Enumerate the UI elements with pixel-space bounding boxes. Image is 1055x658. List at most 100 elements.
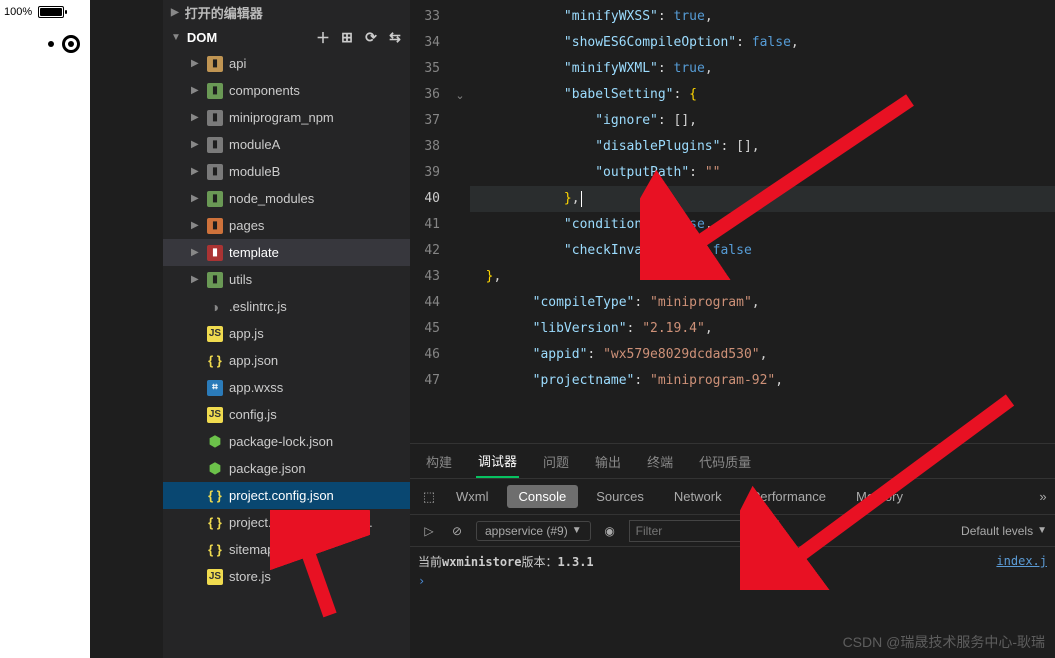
collapse-icon[interactable]: ⇆ (386, 29, 404, 46)
folder-label: pages (229, 218, 264, 233)
file-icon: JS (207, 407, 223, 423)
file-icon: JS (207, 569, 223, 585)
file-label: store.js (229, 569, 271, 584)
context-label: appservice (#9) (485, 524, 568, 538)
folder-icon: ▮ (207, 164, 223, 180)
battery-percent: 100% (4, 6, 32, 18)
panel-tab-3[interactable]: 输出 (593, 446, 623, 477)
chevron-right-icon: ▶ (191, 85, 201, 96)
folder-label: miniprogram_npm (229, 110, 334, 125)
file-label: sitemap.json (229, 542, 302, 557)
file-label: .eslintrc.js (229, 299, 287, 314)
open-editors-header[interactable]: ▶ 打开的编辑器 (163, 0, 410, 25)
code-content[interactable]: "minifyWXSS": true, "showES6CompileOptio… (470, 0, 1055, 443)
file-icon: { } (207, 488, 223, 504)
file-icon: { } (207, 353, 223, 369)
inspect-icon[interactable]: ⬚ (420, 489, 438, 505)
devtools-tab-console[interactable]: Console (507, 485, 579, 508)
devtools-tab-network[interactable]: Network (662, 485, 734, 508)
open-editors-label: 打开的编辑器 (185, 3, 263, 22)
folder-template[interactable]: ▶▮template (163, 239, 410, 266)
devtools-tab-performance[interactable]: Performance (740, 485, 838, 508)
levels-label: Default levels (961, 524, 1033, 538)
file-label: app.json (229, 353, 278, 368)
folder-label: node_modules (229, 191, 314, 206)
folder-pages[interactable]: ▶▮pages (163, 212, 410, 239)
new-folder-icon[interactable]: ⊞ (338, 29, 356, 46)
panel-tab-0[interactable]: 构建 (424, 446, 454, 477)
file-label: app.wxss (229, 380, 283, 395)
console-prompt-line[interactable]: › (418, 571, 1047, 591)
file-app-json[interactable]: { } app.json (163, 347, 410, 374)
chevron-down-icon: ▼ (572, 525, 582, 536)
refresh-icon[interactable]: ⟳ (362, 29, 380, 46)
code-editor[interactable]: 333435363738394041424344454647 ⌄ "minify… (410, 0, 1055, 443)
file-project-config-json[interactable]: { } project.config.json (163, 482, 410, 509)
file-label: package.json (229, 461, 306, 476)
device-controls (0, 24, 90, 64)
folder-moduleB[interactable]: ▶ ▮ moduleB (163, 158, 410, 185)
devtools-tabs: ⬚ Wxml ConsoleSources Network Performance Me… (410, 479, 1055, 515)
file-icon: JS (207, 326, 223, 342)
file-label: package-lock.json (229, 434, 333, 449)
folder-icon: ▮ (207, 218, 223, 234)
panel-tab-4[interactable]: 终端 (645, 446, 675, 477)
bottom-panel: 构建调试器问题输出终端代码质量 ⬚ Wxml ConsoleSources Netw… (410, 443, 1055, 658)
panel-tabs-primary: 构建调试器问题输出终端代码质量 (410, 444, 1055, 479)
folder-api[interactable]: ▶▮api (163, 50, 410, 77)
file-package-json[interactable]: ⬢package.json (163, 455, 410, 482)
clear-icon[interactable]: ⊘ (448, 524, 466, 538)
chevron-right-icon: ▶ (171, 7, 179, 18)
devtools-tab-sources[interactable]: Sources (584, 485, 656, 508)
more-tabs-icon[interactable]: » (1031, 489, 1055, 504)
context-selector[interactable]: appservice (#9) ▼ (476, 521, 591, 541)
folder-label: utils (229, 272, 252, 287)
source-link[interactable]: index.j (996, 554, 1047, 568)
folder-icon: ▮ (207, 191, 223, 207)
devtools-tab-memory[interactable]: Memory (844, 485, 915, 508)
folder-label: template (229, 245, 279, 260)
folder-label: moduleB (229, 164, 280, 179)
file-store-js[interactable]: JS store.js (163, 563, 410, 590)
folder-miniprogram_npm[interactable]: ▶▮miniprogram_npm (163, 104, 410, 131)
panel-tab-5[interactable]: 代码质量 (697, 446, 753, 477)
file-package-lock-json[interactable]: ⬢ package-lock.json (163, 428, 410, 455)
panel-tab-2[interactable]: 问题 (541, 446, 571, 477)
file-app-js[interactable]: JS app.js (163, 320, 410, 347)
project-root-label: DOM (187, 30, 217, 45)
file-sitemap-json[interactable]: { } sitemap.json (163, 536, 410, 563)
folder-icon: ▮ (207, 56, 223, 72)
project-root-header[interactable]: ▼ DOM ＋ ⊞ ⟳ ⇆ (163, 25, 410, 50)
play-icon[interactable]: ▷ (420, 524, 438, 538)
file-icon: { } (207, 515, 223, 531)
file-icon: { } (207, 542, 223, 558)
folder-moduleA[interactable]: ▶▮moduleA (163, 131, 410, 158)
file-label: project.private.config.js... (229, 515, 373, 530)
file-label: config.js (229, 407, 277, 422)
devtools-tab-wxml[interactable]: Wxml (444, 485, 501, 508)
file-config-js[interactable]: JS config.js (163, 401, 410, 428)
chevron-right-icon: ▶ (191, 166, 201, 177)
folder-node_modules[interactable]: ▶▮node_modules (163, 185, 410, 212)
folder-utils[interactable]: ▶▮utils (163, 266, 410, 293)
line-gutter: 333435363738394041424344454647 (410, 0, 450, 443)
file-app-wxss[interactable]: ⌗app.wxss (163, 374, 410, 401)
folder-components[interactable]: ▶▮components (163, 77, 410, 104)
file-icon: ⬢ (207, 434, 223, 450)
console-toolbar: ▷ ⊘ appservice (#9) ▼ ◉ Default levels ▼ (410, 515, 1055, 547)
target-icon[interactable] (62, 35, 80, 53)
folder-icon: ▮ (207, 137, 223, 153)
watermark-text: CSDN @瑞晟技术服务中心-耿瑞 (843, 632, 1045, 652)
chevron-right-icon: › (418, 574, 431, 588)
file-project-private-config-js---[interactable]: { } project.private.config.js... (163, 509, 410, 536)
log-levels-selector[interactable]: Default levels ▼ (953, 522, 1055, 540)
chevron-down-icon: ▼ (171, 32, 181, 43)
file-label: project.config.json (229, 488, 334, 503)
filter-input[interactable] (629, 520, 779, 542)
file--eslintrc-js[interactable]: ◑.eslintrc.js (163, 293, 410, 320)
file-label: app.js (229, 326, 264, 341)
eye-icon[interactable]: ◉ (601, 524, 619, 538)
new-file-icon[interactable]: ＋ (314, 28, 332, 48)
panel-tab-1[interactable]: 调试器 (476, 445, 519, 478)
folder-icon: ▮ (207, 272, 223, 288)
